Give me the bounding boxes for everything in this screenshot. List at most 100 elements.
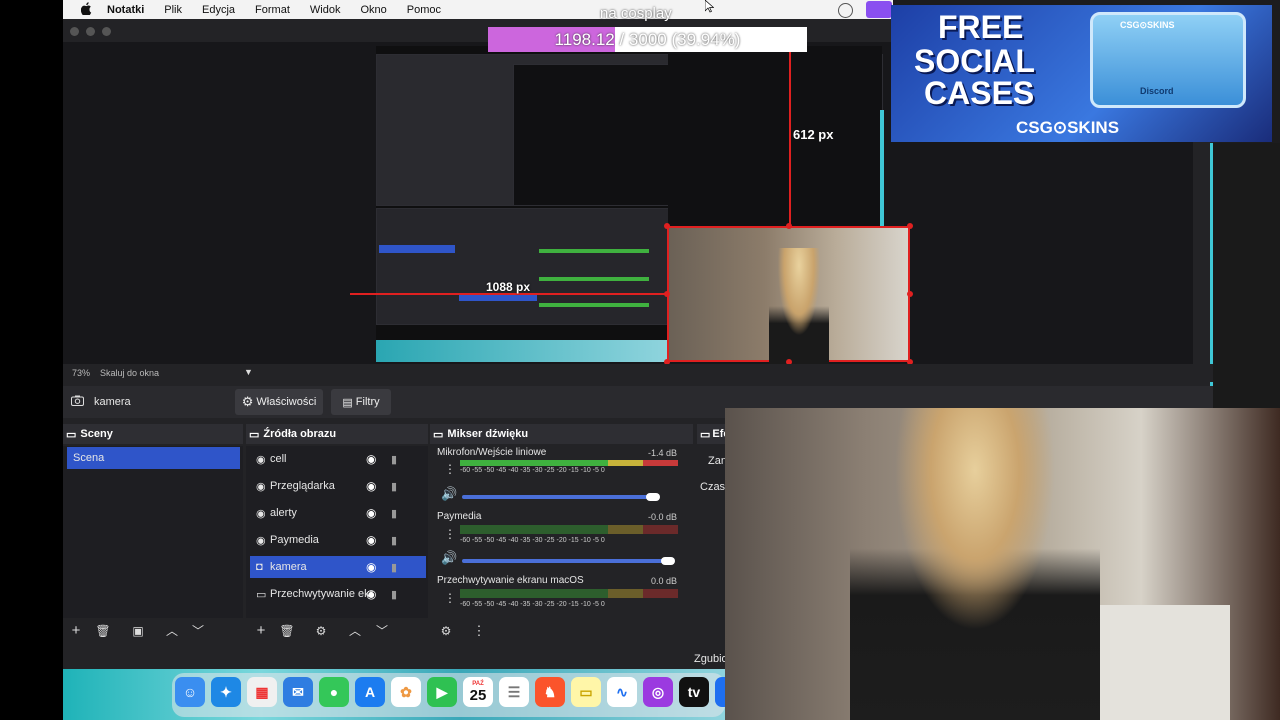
resize-handle-tr[interactable] <box>907 223 913 229</box>
menu-widok[interactable]: Widok <box>310 4 341 16</box>
menu-plik[interactable]: Plik <box>164 4 182 16</box>
zoom-level[interactable]: 73% <box>72 368 90 378</box>
zoom-dot-icon[interactable] <box>102 27 111 36</box>
menu-okno[interactable]: Okno <box>360 4 386 16</box>
zoom-dropdown-icon[interactable]: ▼ <box>244 367 253 377</box>
meter-scale: -60 -55 -50 -45 -40 -35 -30 -25 -20 -15 … <box>460 601 605 608</box>
mail-icon[interactable]: ✉ <box>283 677 313 707</box>
speaker-icon[interactable]: 🔊 <box>441 550 457 566</box>
preview-cyan-edge <box>880 110 884 228</box>
remove-scene-icon[interactable]: 🗑 <box>94 622 112 640</box>
mixer-header: ▭ Mikser dźwięku <box>430 424 693 444</box>
scene-item[interactable]: Scena <box>67 447 240 469</box>
mixer-settings-icon[interactable]: ⚙ <box>437 622 455 640</box>
source-label: Przechwytywanie ekr <box>270 588 374 600</box>
filters-label: Filtry <box>355 396 380 408</box>
move-up-icon[interactable]: ︿ <box>346 622 364 640</box>
visibility-eye-icon[interactable]: ◉ <box>366 534 382 546</box>
sources-title: Źródła obrazu <box>263 428 337 440</box>
facetime-icon[interactable]: ▶ <box>427 677 457 707</box>
ad-headline-cases: CASES <box>924 75 1035 111</box>
speaker-icon[interactable]: 🔊 <box>441 486 457 502</box>
podcasts-icon[interactable]: ◎ <box>643 677 673 707</box>
camera-source-selection[interactable] <box>667 226 910 364</box>
brave-icon[interactable]: ♞ <box>535 677 565 707</box>
dock-partial-icon[interactable] <box>715 677 725 707</box>
app-store-icon[interactable]: A <box>355 677 385 707</box>
resize-handle-tl[interactable] <box>664 223 670 229</box>
menu-pomoc[interactable]: Pomoc <box>407 4 441 16</box>
add-source-icon[interactable]: + <box>252 622 270 640</box>
lock-icon[interactable]: ▮ <box>391 507 401 520</box>
messages-icon[interactable]: ● <box>319 677 349 707</box>
control-center-icon[interactable] <box>838 3 853 18</box>
move-down-icon[interactable]: ﹀ <box>189 622 207 640</box>
scene-filters-icon[interactable]: ▣ <box>129 622 147 640</box>
mixer-channel-db: -0.0 dB <box>647 512 677 522</box>
distance-label-vertical: 612 px <box>793 127 834 142</box>
resize-handle-r[interactable] <box>907 291 913 297</box>
scenes-list: Scena <box>63 446 243 618</box>
move-down-icon[interactable]: ﹀ <box>373 622 391 640</box>
stream-goal-title: na cosplay <box>600 5 672 22</box>
move-up-icon[interactable]: ︿ <box>163 622 181 640</box>
lock-icon[interactable]: ▮ <box>391 561 401 574</box>
close-dot-icon[interactable] <box>70 27 79 36</box>
lock-icon[interactable]: ▮ <box>391 453 401 466</box>
selected-source-name: kamera <box>94 396 131 408</box>
safari-icon[interactable]: ✦ <box>211 677 241 707</box>
apple-menu-icon[interactable] <box>79 1 93 18</box>
source-label: alerty <box>270 507 297 519</box>
visibility-eye-icon[interactable]: ◉ <box>366 588 382 600</box>
calendar-day: 25 <box>469 687 487 704</box>
visibility-eye-icon[interactable]: ◉ <box>366 507 382 519</box>
visibility-eye-icon[interactable]: ◉ <box>366 480 382 492</box>
notes-icon[interactable]: ▭ <box>571 677 601 707</box>
volume-knob[interactable] <box>646 493 660 501</box>
preview-canvas[interactable] <box>376 46 883 362</box>
calendar-icon[interactable]: PAŹ 25 <box>463 677 493 707</box>
menu-format[interactable]: Format <box>255 4 290 16</box>
transitions-header: ▭Efe <box>697 424 725 444</box>
dock-icon: ▭ <box>249 428 260 441</box>
mixer-menu-icon[interactable]: ⋮ <box>470 622 488 640</box>
volume-slider[interactable] <box>462 495 656 499</box>
visibility-eye-icon[interactable]: ◉ <box>366 561 382 573</box>
freeform-icon[interactable]: ∿ <box>607 677 637 707</box>
lock-icon[interactable]: ▮ <box>391 480 401 493</box>
screen-record-icon[interactable] <box>866 1 892 18</box>
finder-icon[interactable]: ☺ <box>175 677 205 707</box>
remove-source-icon[interactable]: 🗑 <box>278 622 296 640</box>
ad-case-brand: CSG⊙SKINS <box>1120 20 1175 30</box>
properties-button[interactable]: ⚙ Właściwości <box>235 389 323 415</box>
ad-brand-logo: CSG⊙SKINS <box>1016 118 1120 137</box>
channel-menu-icon[interactable]: ⋮ <box>444 462 456 476</box>
mac-menubar: Notatki Plik Edycja Format Widok Okno Po… <box>63 0 893 19</box>
source-properties-icon[interactable]: ⚙ <box>312 622 330 640</box>
globe-icon: ◉ <box>256 453 266 466</box>
zoom-mode[interactable]: Skaluj do okna <box>100 368 159 378</box>
lock-icon[interactable]: ▮ <box>391 534 401 547</box>
audio-meter <box>460 525 678 534</box>
volume-slider[interactable] <box>462 559 668 563</box>
photos-icon[interactable]: ✿ <box>391 677 421 707</box>
preview-right-area <box>668 46 882 226</box>
channel-menu-icon[interactable]: ⋮ <box>444 527 456 541</box>
reminders-icon[interactable]: ☰ <box>499 677 529 707</box>
transitions-title: Efe <box>712 428 725 440</box>
menu-app-name[interactable]: Notatki <box>107 4 144 16</box>
filters-button[interactable]: ▤ Filtry <box>331 389 391 415</box>
minimize-dot-icon[interactable] <box>86 27 95 36</box>
visibility-eye-icon[interactable]: ◉ <box>366 453 382 465</box>
lock-icon[interactable]: ▮ <box>391 588 401 601</box>
add-scene-icon[interactable]: + <box>67 622 85 640</box>
channel-menu-icon[interactable]: ⋮ <box>444 591 456 605</box>
nested-meter-3 <box>539 303 649 307</box>
source-label: Paymedia <box>270 534 319 546</box>
nested-meter-1 <box>539 249 649 253</box>
sources-header: ▭ Źródła obrazu <box>246 424 428 444</box>
apple-tv-icon[interactable]: tv <box>679 677 709 707</box>
volume-knob[interactable] <box>661 557 675 565</box>
menu-edycja[interactable]: Edycja <box>202 4 235 16</box>
launchpad-icon[interactable]: ▦ <box>247 677 277 707</box>
